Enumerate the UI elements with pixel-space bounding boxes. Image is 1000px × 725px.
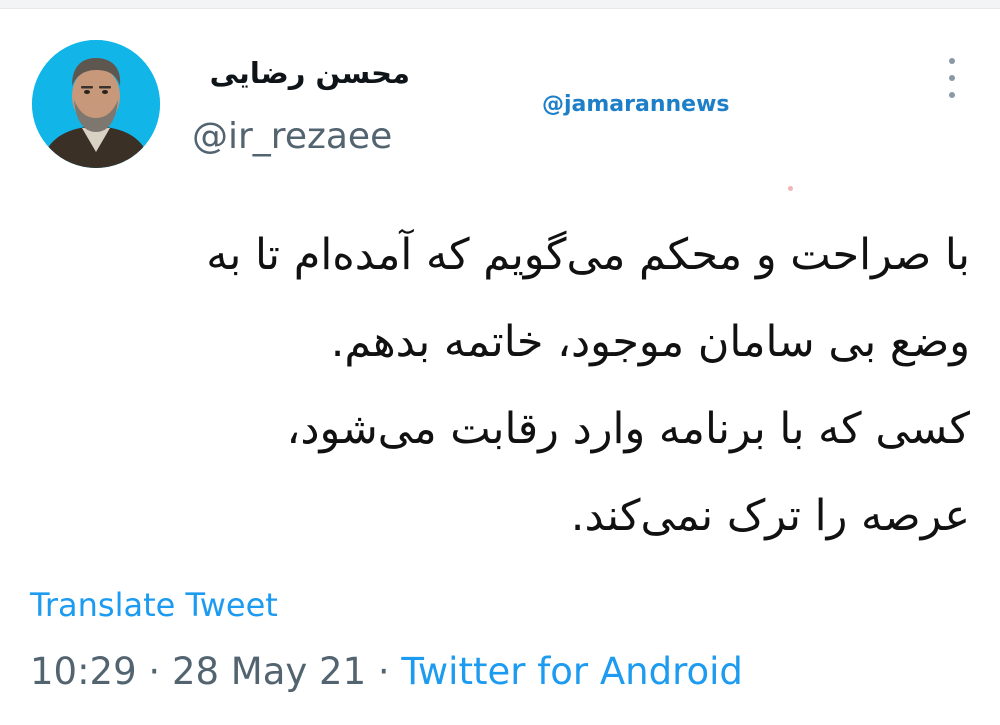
meta-separator: ·	[377, 650, 390, 693]
tweet-text-line: عرصه را ترک نمی‌کند.	[570, 491, 970, 541]
top-divider	[0, 0, 1000, 9]
tweet-time: 10:29	[30, 650, 137, 693]
decorative-speck	[788, 186, 793, 191]
tweet-text-line: وضع بی سامان موجود، خاتمه بدهم.	[330, 317, 970, 367]
tweet-text: با صراحت و محکم می‌گویم که آمده‌ام تا به…	[30, 212, 970, 560]
watermark-text: @jamarannews	[542, 92, 730, 117]
tweet-text-line: کسی که با برنامه وارد رقابت می‌شود،	[286, 404, 970, 454]
translate-tweet-link[interactable]: Translate Tweet	[30, 586, 278, 624]
more-vertical-icon	[949, 58, 955, 64]
avatar[interactable]	[32, 40, 160, 168]
tweet-metadata: 10:29 · 28 May 21 · Twitter for Android	[30, 650, 743, 693]
tweet-source-link[interactable]: Twitter for Android	[401, 650, 742, 693]
tweet-date: 28 May 21	[171, 650, 367, 693]
more-options-button[interactable]	[938, 58, 966, 98]
more-vertical-icon	[949, 92, 955, 98]
meta-separator: ·	[148, 650, 161, 693]
avatar-portrait-icon	[32, 40, 160, 168]
tweet-text-line: با صراحت و محکم می‌گویم که آمده‌ام تا به	[206, 230, 970, 280]
author-handle[interactable]: @ir_rezaee	[192, 116, 392, 157]
more-vertical-icon	[949, 75, 955, 81]
author-display-name[interactable]: محسن رضایی	[210, 56, 410, 90]
